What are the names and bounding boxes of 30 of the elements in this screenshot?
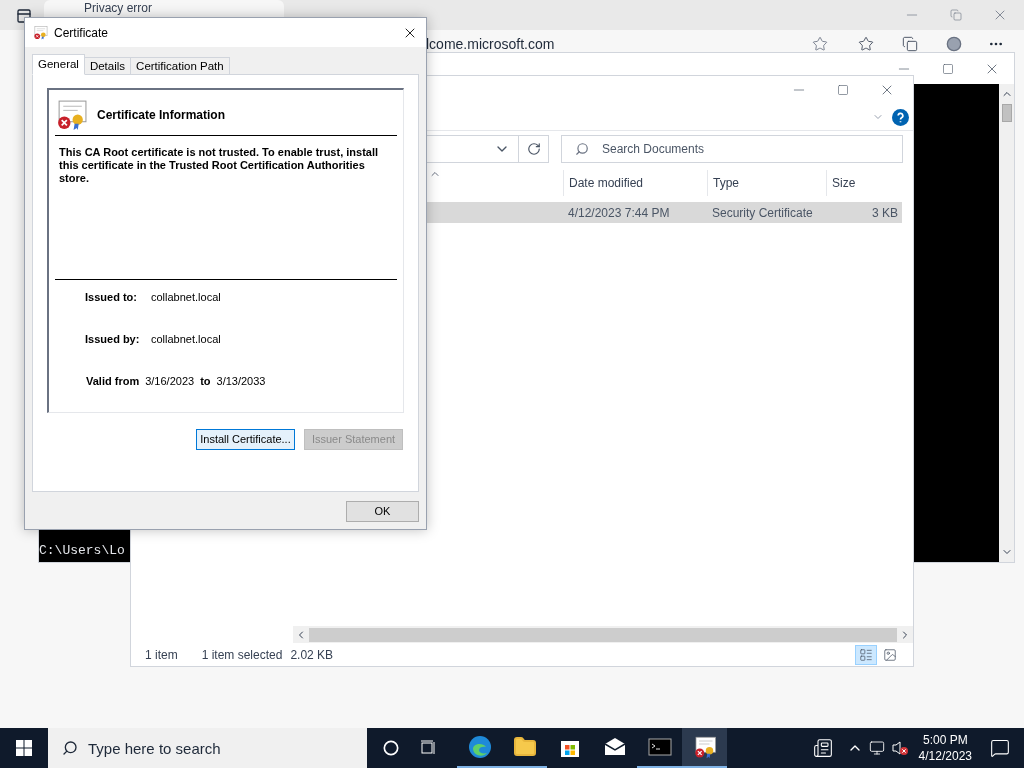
selection-status: 1 item selected [201, 646, 283, 664]
clock-time[interactable]: 5:00 PM [922, 732, 968, 748]
tab-title: Privacy error [84, 1, 152, 15]
section-heading: Certificate Information [97, 106, 225, 124]
taskbar-search-field[interactable]: Type here to search [48, 728, 367, 768]
column-header[interactable]: Size [826, 170, 906, 196]
item-count: 1 item [145, 646, 178, 664]
column-header[interactable]: Date modified [563, 170, 707, 196]
field-label: Valid from [86, 374, 140, 389]
table-cell-text: 3 KB [871, 204, 899, 222]
table-cell-text: 4/12/2023 7:44 PM [568, 204, 671, 222]
search-field[interactable]: Search Documents [561, 134, 903, 163]
install-certificate-button[interactable]: Install Certificate... [196, 429, 295, 450]
field-value: collabnet.local [151, 290, 221, 305]
field-label: Issued by: [85, 332, 141, 347]
address-text[interactable]: lcome.microsoft.com [426, 36, 555, 52]
field-label: to [200, 374, 211, 389]
ok-button[interactable]: OK [346, 501, 419, 522]
column-header[interactable]: Type [707, 170, 826, 196]
dialog-tab[interactable]: General [32, 54, 85, 75]
command-prompt: C:\Users\Lo [39, 541, 126, 560]
field-label: Issued to: [85, 290, 138, 305]
trust-warning: This CA Root certificate is not trusted. To enable trust, install this certificate in the Trusted Root Certification Authorities store. [58, 146, 380, 185]
table-cell-text: Security Certificate [712, 204, 814, 222]
field-value: 3/13/2033 [216, 374, 266, 389]
selection-size: 2.02 KB [290, 646, 334, 664]
clock-date[interactable]: 4/12/2023 [918, 748, 972, 764]
field-value: 3/16/2023 [145, 374, 195, 389]
field-value: collabnet.local [151, 332, 221, 347]
dialog-tab[interactable]: Certification Path [130, 57, 230, 75]
